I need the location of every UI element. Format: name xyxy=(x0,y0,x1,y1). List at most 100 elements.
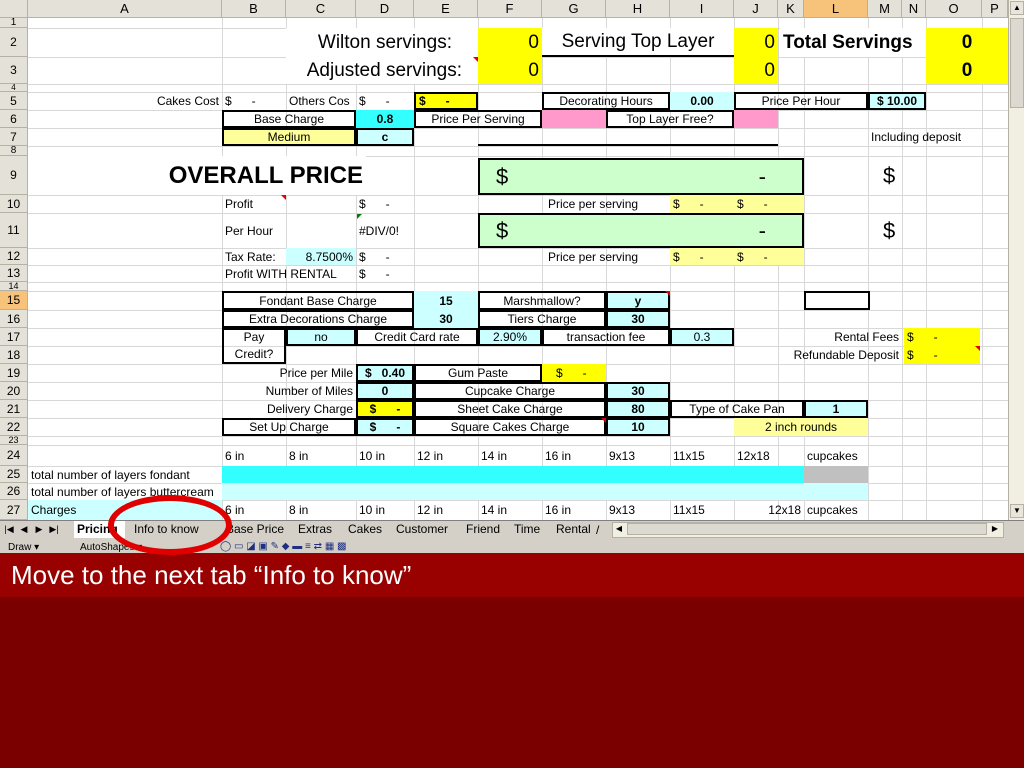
active-cell-l15[interactable] xyxy=(804,291,870,310)
row-header[interactable]: 6 xyxy=(0,110,28,128)
layers-fondant-label[interactable]: total number of layers fondant xyxy=(28,466,222,483)
total-servings-value[interactable]: 0 xyxy=(926,28,1008,57)
row-header[interactable]: 7 xyxy=(0,128,28,146)
pps-h10[interactable]: $ - xyxy=(670,195,734,213)
row-header[interactable]: 3 xyxy=(0,57,28,84)
wilton-servings-label[interactable]: Wilton servings: xyxy=(286,28,478,57)
transaction-fee-value[interactable]: 0.3 xyxy=(670,328,734,346)
scroll-up-arrow[interactable]: ▲ xyxy=(1010,1,1024,15)
column-header-a[interactable]: A xyxy=(28,0,222,18)
column-header-p[interactable]: P xyxy=(982,0,1008,18)
row-header[interactable]: 23 xyxy=(0,436,28,445)
sheet-cake-value[interactable]: 80 xyxy=(606,400,670,418)
base-charge-label[interactable]: Base Charge xyxy=(222,110,356,128)
column-header-b[interactable]: B xyxy=(222,0,286,18)
tax-rate-value[interactable]: 8.7500% xyxy=(286,248,356,265)
others-cost-value[interactable]: $ - xyxy=(356,92,414,110)
square-cakes-value[interactable]: 10 xyxy=(606,418,670,436)
size-header[interactable]: 10 in xyxy=(356,445,414,466)
cc-rate-value[interactable]: 2.90% xyxy=(478,328,542,346)
overall-price-box-2[interactable]: $ - xyxy=(478,213,804,248)
row-header[interactable]: 19 xyxy=(0,364,28,382)
overall-price-deposit-dollar[interactable]: $ xyxy=(880,156,920,195)
total-servings-label[interactable]: Total Servings xyxy=(780,28,926,57)
medium-label[interactable]: Medium xyxy=(222,128,356,146)
tiers-charge-value[interactable]: 30 xyxy=(606,310,670,328)
size-header[interactable]: 16 in xyxy=(542,445,606,466)
e5-value[interactable]: $ - xyxy=(414,92,478,110)
gum-paste-label[interactable]: Gum Paste xyxy=(414,364,542,382)
column-header-l[interactable]: L xyxy=(804,0,868,18)
per-hour-label[interactable]: Per Hour xyxy=(222,213,286,248)
row-header[interactable]: 25 xyxy=(0,466,28,483)
size-header[interactable]: 12 in xyxy=(414,445,478,466)
size-header[interactable]: cupcakes xyxy=(804,445,868,466)
row-header[interactable]: 2 xyxy=(0,28,28,57)
pps-i12[interactable]: $ - xyxy=(734,248,804,265)
price-per-serving-input[interactable] xyxy=(542,110,606,128)
price-per-mile-label[interactable]: Price per Mile xyxy=(222,364,356,382)
first-sheet-icon[interactable]: |◀ xyxy=(2,522,16,537)
refundable-deposit-value[interactable]: $ - xyxy=(904,346,980,364)
charge-size[interactable]: 11x15 xyxy=(670,500,734,520)
serving-top-layer-value[interactable]: 0 xyxy=(734,28,778,57)
top-layer-free-input[interactable] xyxy=(734,110,778,128)
next-sheet-icon[interactable]: ▶ xyxy=(32,522,46,537)
row-header[interactable]: 15 xyxy=(0,291,28,310)
size-header[interactable]: 8 in xyxy=(286,445,356,466)
serving-top-layer-label[interactable]: Serving Top Layer xyxy=(542,28,734,57)
rental-fees-value[interactable]: $ - xyxy=(904,328,980,346)
row-header[interactable]: 26 xyxy=(0,483,28,500)
shape-tools-icon[interactable]: ◯ ▭ ◪ ▣ ✎ ◆ ▬ ≡ ⇄ ▦ ▩ xyxy=(220,541,347,552)
cupcake-charge-label[interactable]: Cupcake Charge xyxy=(414,382,606,400)
row-header[interactable]: 8 xyxy=(0,146,28,156)
type-pan-label[interactable]: Type of Cake Pan xyxy=(670,400,804,418)
delivery-label[interactable]: Delivery Charge xyxy=(222,400,356,418)
price-per-serving-label[interactable]: Price Per Serving xyxy=(414,110,542,128)
row-header[interactable]: 12 xyxy=(0,248,28,265)
layers-fondant-cupcakes[interactable] xyxy=(804,466,868,483)
adjusted-servings-j[interactable]: 0 xyxy=(734,57,778,84)
row-header[interactable]: 27 xyxy=(0,500,28,520)
tab-rental[interactable]: Rental xyxy=(556,521,591,538)
pay-credit-label[interactable]: Pay Credit? xyxy=(222,328,286,364)
two-inch-rounds[interactable]: 2 inch rounds xyxy=(734,418,868,436)
row-header[interactable]: 21 xyxy=(0,400,28,418)
including-deposit-label[interactable]: Including deposit xyxy=(868,128,1008,146)
overall-price-box[interactable]: $ - xyxy=(478,158,804,195)
fondant-base-label[interactable]: Fondant Base Charge xyxy=(222,291,414,310)
adjusted-servings-value[interactable]: 0 xyxy=(478,57,542,84)
overall-price-heading[interactable]: OVERALL PRICE xyxy=(28,156,366,195)
row-header[interactable]: 10 xyxy=(0,195,28,213)
tab-customer[interactable]: Customer xyxy=(396,521,448,538)
cupcake-charge-value[interactable]: 30 xyxy=(606,382,670,400)
charge-size[interactable]: 12x18 xyxy=(734,500,804,520)
profit-value[interactable]: $ - xyxy=(356,195,414,213)
decorating-hours-value[interactable]: 0.00 xyxy=(670,92,734,110)
pay-credit-value[interactable]: no xyxy=(286,328,356,346)
vertical-scrollbar[interactable]: ▲ ▼ xyxy=(1008,0,1024,520)
adjusted-servings-label[interactable]: Adjusted servings: xyxy=(286,57,478,84)
square-cakes-label[interactable]: Square Cakes Charge xyxy=(414,418,606,436)
cakes-cost-label[interactable]: Cakes Cost xyxy=(28,92,222,110)
tab-cakes[interactable]: Cakes xyxy=(348,521,382,538)
scroll-left-arrow[interactable]: ◀ xyxy=(613,523,625,535)
column-header-e[interactable]: E xyxy=(414,0,478,18)
row-header[interactable]: 20 xyxy=(0,382,28,400)
marshmallow-value[interactable]: y xyxy=(606,291,670,310)
overall-price-deposit-dollar-2[interactable]: $ xyxy=(880,213,920,248)
scroll-h-thumb[interactable] xyxy=(627,523,987,535)
size-header[interactable]: 14 in xyxy=(478,445,542,466)
row-header[interactable]: 18 xyxy=(0,346,28,364)
column-header-c[interactable]: C xyxy=(286,0,356,18)
row-header[interactable]: 24 xyxy=(0,445,28,466)
row-header[interactable]: 22 xyxy=(0,418,28,436)
transaction-fee-label[interactable]: transaction fee xyxy=(542,328,670,346)
charge-size[interactable]: 10 in xyxy=(356,500,414,520)
tab-friend[interactable]: Friend xyxy=(466,521,500,538)
row-header[interactable]: 11 xyxy=(0,213,28,248)
charge-size[interactable]: cupcakes xyxy=(804,500,868,520)
horizontal-scrollbar[interactable]: ◀ ▶ xyxy=(612,522,1004,538)
column-header-h[interactable]: H xyxy=(606,0,670,18)
column-header-f[interactable]: F xyxy=(478,0,542,18)
